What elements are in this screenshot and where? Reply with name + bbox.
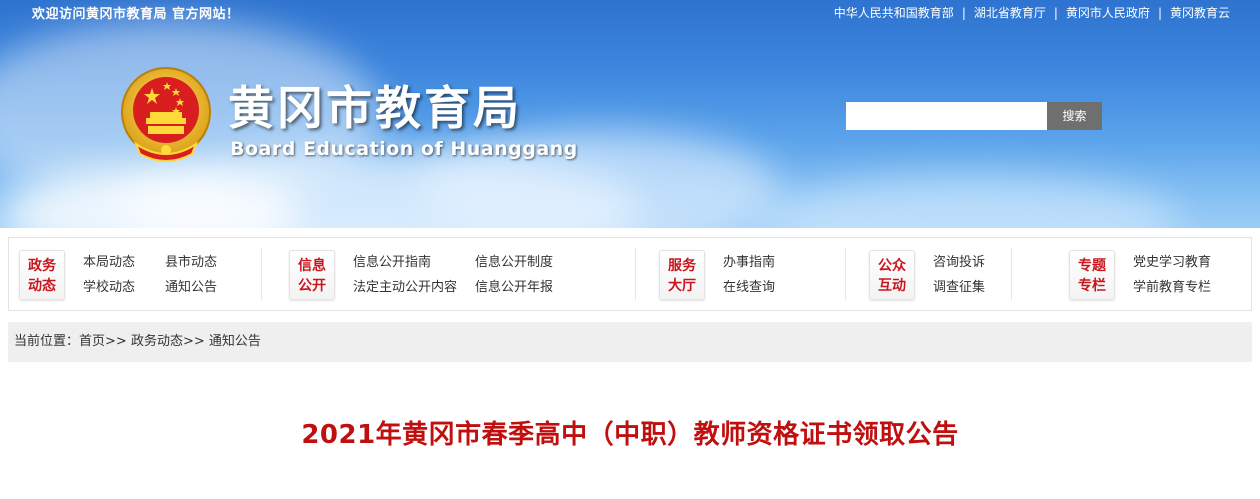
top-strip: 欢迎访问黄冈市教育局 官方网站！ 中华人民共和国教育部 | 湖北省教育厅 | 黄…: [0, 0, 1260, 24]
nav-link-survey[interactable]: 调查征集: [933, 275, 985, 300]
nav-link-consult-complaint[interactable]: 咨询投诉: [933, 250, 985, 275]
search-button[interactable]: 搜索: [1047, 102, 1102, 130]
nav-badge-line: 公众: [878, 258, 906, 274]
nav-links: 办事指南 在线查询: [723, 250, 775, 300]
site-title: 黄冈市教育局: [228, 81, 522, 135]
nav-divider: [261, 248, 262, 300]
nav-badge-special-topics[interactable]: 专题 专栏: [1069, 250, 1115, 300]
nav-badge-line: 专题: [1078, 258, 1106, 274]
link-hubei-education[interactable]: 湖北省教育厅: [974, 4, 1046, 21]
nav-group-government-affairs: 政务 动态 本局动态 学校动态 县市动态 通知公告: [19, 246, 217, 304]
link-moe[interactable]: 中华人民共和国教育部: [834, 4, 954, 21]
nav-link-statutory-disclosure[interactable]: 法定主动公开内容: [353, 275, 457, 300]
search-input[interactable]: [846, 102, 1048, 130]
breadcrumb-government-affairs[interactable]: 政务动态: [131, 334, 183, 349]
link-separator: |: [1053, 5, 1058, 20]
nav-badge-government-affairs[interactable]: 政务 动态: [19, 250, 65, 300]
nav-link-online-query[interactable]: 在线查询: [723, 275, 775, 300]
nav-link-service-guide[interactable]: 办事指南: [723, 250, 775, 275]
header-banner: 欢迎访问黄冈市教育局 官方网站！ 中华人民共和国教育部 | 湖北省教育厅 | 黄…: [0, 0, 1260, 228]
nav-group-public-interaction: 公众 互动 咨询投诉 调查征集: [869, 246, 985, 304]
nav-group-service-hall: 服务 大厅 办事指南 在线查询: [659, 246, 775, 304]
nav-link-county-news[interactable]: 县市动态: [165, 250, 217, 275]
breadcrumb-home[interactable]: 首页: [79, 334, 105, 349]
nav-links: 本局动态 学校动态 县市动态 通知公告: [83, 250, 217, 300]
article-title: 2021年黄冈市春季高中（中职）教师资格证书领取公告: [301, 420, 959, 450]
nav-group-information-disclosure: 信息 公开 信息公开指南 法定主动公开内容 信息公开制度 信息公开年报: [289, 246, 553, 304]
nav-badge-information-disclosure[interactable]: 信息 公开: [289, 250, 335, 300]
site-subtitle: Board Education of Huanggang: [230, 138, 578, 160]
nav-badge-line: 专栏: [1078, 278, 1106, 294]
nav-group-special-topics: 专题 专栏 党史学习教育 学前教育专栏: [1069, 246, 1211, 304]
nav-divider: [1011, 248, 1012, 300]
nav-badge-service-hall[interactable]: 服务 大厅: [659, 250, 705, 300]
nav-link-disclosure-annual-report[interactable]: 信息公开年报: [475, 275, 553, 300]
link-huanggang-edu-cloud[interactable]: 黄冈教育云: [1170, 4, 1230, 21]
nav-link-school-news[interactable]: 学校动态: [83, 275, 135, 300]
nav-badge-line: 政务: [28, 258, 56, 274]
nav-link-preschool-education[interactable]: 学前教育专栏: [1133, 275, 1211, 300]
link-separator: |: [1157, 5, 1162, 20]
breadcrumb: 当前位置：首页>> 政务动态>> 通知公告: [8, 322, 1252, 362]
nav-link-notices[interactable]: 通知公告: [165, 275, 217, 300]
nav-links: 党史学习教育 学前教育专栏: [1133, 250, 1211, 300]
nav-links: 信息公开指南 法定主动公开内容 信息公开制度 信息公开年报: [353, 250, 553, 300]
nav-badge-public-interaction[interactable]: 公众 互动: [869, 250, 915, 300]
nav-badge-line: 大厅: [668, 278, 696, 294]
breadcrumb-notices[interactable]: 通知公告: [209, 334, 261, 349]
nav-link-party-history-education[interactable]: 党史学习教育: [1133, 250, 1211, 275]
link-separator: |: [961, 5, 966, 20]
nav-links: 咨询投诉 调查征集: [933, 250, 985, 300]
nav-divider: [845, 248, 846, 300]
welcome-text: 欢迎访问黄冈市教育局 官方网站！: [32, 7, 240, 22]
nav-link-disclosure-guide[interactable]: 信息公开指南: [353, 250, 457, 275]
nav-link-bureau-news[interactable]: 本局动态: [83, 250, 135, 275]
nav-badge-line: 信息: [298, 258, 326, 274]
nav-badge-line: 服务: [668, 258, 696, 274]
main-nav: 政务 动态 本局动态 学校动态 县市动态 通知公告 信息 公开 信息公开指南 法…: [8, 237, 1252, 311]
link-huanggang-government[interactable]: 黄冈市人民政府: [1066, 4, 1150, 21]
breadcrumb-prefix: 当前位置：: [14, 334, 80, 349]
nav-link-disclosure-system[interactable]: 信息公开制度: [475, 250, 553, 275]
nav-badge-line: 公开: [298, 278, 326, 294]
nav-divider: [635, 248, 636, 300]
nav-badge-line: 互动: [878, 278, 906, 294]
national-emblem-icon: [121, 67, 211, 162]
breadcrumb-separator: >>: [182, 334, 205, 349]
top-links: 中华人民共和国教育部 | 湖北省教育厅 | 黄冈市人民政府 | 黄冈教育云: [834, 4, 1230, 21]
nav-badge-line: 动态: [28, 278, 56, 294]
breadcrumb-separator: >>: [105, 334, 127, 349]
cloud-decoration: [760, 175, 1180, 228]
